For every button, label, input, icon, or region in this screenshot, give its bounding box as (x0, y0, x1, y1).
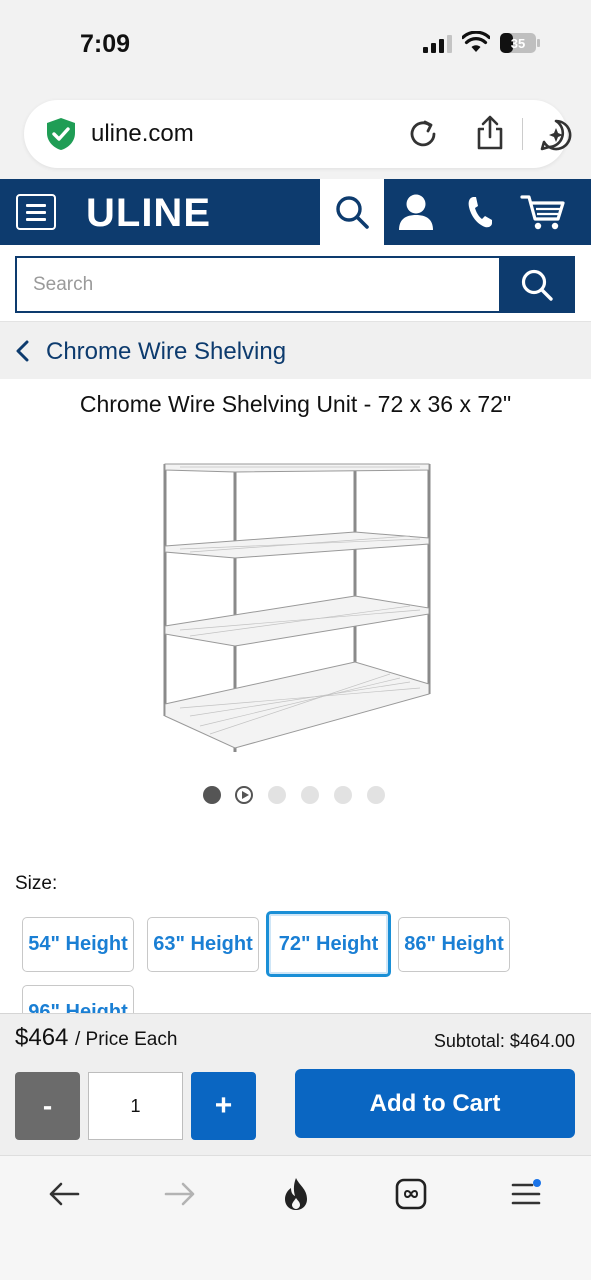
back-arrow-icon[interactable] (46, 1176, 82, 1212)
uline-logo[interactable]: ULINE (86, 191, 211, 236)
search-input[interactable] (15, 256, 501, 313)
status-time: 7:09 (80, 30, 131, 58)
add-to-cart-button[interactable]: Add to Cart (295, 1069, 575, 1138)
battery-level: 35 (511, 36, 525, 51)
browser-toolbar (0, 1155, 591, 1280)
cellular-signal-icon (423, 35, 452, 53)
breadcrumb-link[interactable]: Chrome Wire Shelving (46, 338, 286, 366)
assistant-chat-icon[interactable] (539, 118, 573, 152)
purchase-bar: $464 / Price Each Subtotal: $464.00 - + … (0, 1013, 591, 1155)
size-option-86[interactable]: 86" Height (398, 917, 510, 972)
image-carousel-dots (200, 784, 400, 806)
product-title: Chrome Wire Shelving Unit - 72 x 36 x 72… (79, 391, 512, 417)
product-main: Chrome Wire Shelving Unit - 72 x 36 x 72… (0, 379, 591, 1013)
account-user-icon[interactable] (396, 193, 436, 231)
price-unit: / Price Each (75, 1029, 178, 1050)
search-toggle-button[interactable] (320, 179, 384, 245)
share-icon[interactable] (474, 115, 506, 151)
tabs-icon[interactable] (393, 1176, 429, 1212)
url-text[interactable]: uline.com (91, 120, 194, 148)
carousel-video-play-icon[interactable] (235, 786, 253, 804)
price: $464 (15, 1024, 69, 1051)
increase-quantity-button[interactable]: + (191, 1072, 256, 1140)
size-label: Size: (15, 873, 58, 894)
wifi-icon (462, 31, 490, 52)
size-option-96[interactable]: 96" Height (22, 985, 134, 1013)
flame-icon[interactable] (278, 1176, 314, 1212)
search-icon (521, 269, 553, 301)
carousel-dot-active[interactable] (203, 786, 221, 804)
phone-icon[interactable] (465, 195, 495, 229)
security-shield-icon (47, 118, 75, 150)
carousel-dot[interactable] (301, 786, 319, 804)
quantity-input[interactable] (88, 1072, 183, 1140)
forward-arrow-icon[interactable] (162, 1176, 198, 1212)
hamburger-icon-line (26, 211, 46, 214)
search-icon (336, 196, 369, 229)
carousel-dot[interactable] (334, 786, 352, 804)
size-option-72-selected[interactable]: 72" Height (266, 911, 391, 977)
chevron-left-icon[interactable] (14, 340, 30, 362)
status-bar: 7:09 35 (0, 0, 591, 90)
subtotal: Subtotal: $464.00 (433, 1031, 575, 1051)
breadcrumb[interactable]: Chrome Wire Shelving (0, 321, 591, 379)
decrease-quantity-button[interactable]: - (15, 1072, 80, 1140)
cart-icon[interactable] (520, 193, 566, 231)
menu-button[interactable] (16, 194, 56, 230)
battery-icon: 35 (500, 33, 540, 53)
product-image[interactable] (150, 454, 440, 754)
hamburger-icon-line (26, 204, 46, 207)
browser-address-bar[interactable]: uline.com (24, 100, 572, 168)
carousel-dot[interactable] (268, 786, 286, 804)
size-option-63[interactable]: 63" Height (147, 917, 259, 972)
menu-icon[interactable] (508, 1176, 544, 1212)
hamburger-icon-line (26, 218, 46, 221)
search-row (0, 245, 591, 321)
site-header: ULINE (0, 179, 591, 245)
carousel-dot[interactable] (367, 786, 385, 804)
size-option-54[interactable]: 54" Height (22, 917, 134, 972)
address-bar-divider (522, 118, 523, 150)
reload-icon[interactable] (407, 118, 439, 150)
search-submit-button[interactable] (499, 256, 575, 313)
